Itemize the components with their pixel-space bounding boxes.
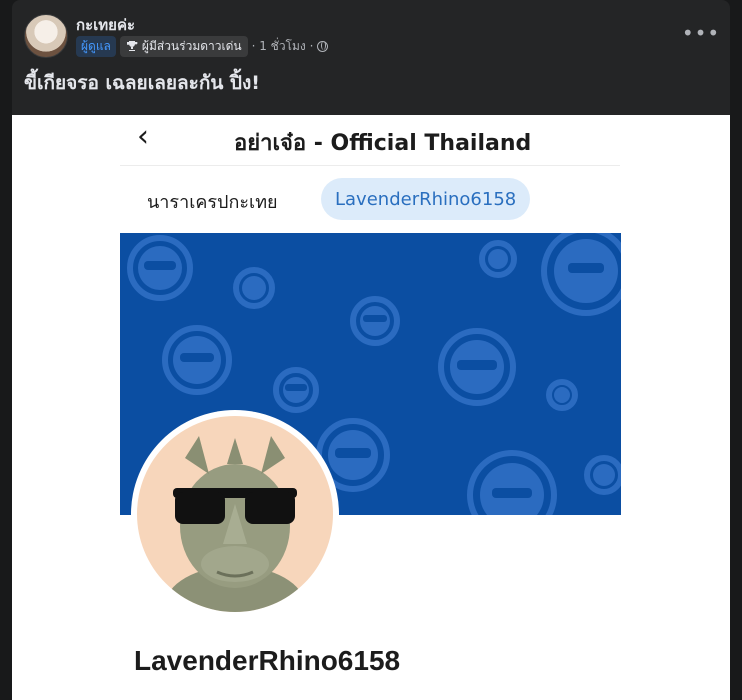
tab-right-active: LavenderRhino6158 [321,178,531,220]
post-time[interactable]: · 1 ชั่วโมง · [252,37,314,56]
attached-screenshot[interactable]: ‹ อย่าเจ๋อ - Official Thailand นาราเครปก… [12,115,730,700]
trophy-icon [126,41,138,51]
globe-icon[interactable] [317,40,329,52]
top-contributor-label: ผู้มีส่วนร่วมดาวเด่น [141,38,242,53]
facebook-post: กะเทยค่ะ ผู้ดูแล ผู้มีส่วนร่วมดาวเด่น · … [12,0,730,700]
author-avatar[interactable] [24,14,68,58]
screenshot-title: อย่าเจ๋อ - Official Thailand [234,131,532,156]
divider [120,165,620,166]
post-text: ขี้เกียจรอ เฉลยเลยละกัน ปิ้ง! [24,72,260,94]
more-icon[interactable]: ••• [682,20,719,46]
post-meta: ผู้ดูแล ผู้มีส่วนร่วมดาวเด่น · 1 ชั่วโมง… [76,35,329,57]
profile-username: LavenderRhino6158 [134,645,401,676]
profile-picture [131,410,339,618]
top-contributor-badge: ผู้มีส่วนร่วมดาวเด่น [119,35,248,57]
rhino-icon [165,436,305,612]
admin-badge: ผู้ดูแล [76,35,116,57]
tab-left: นาราเครปกะเทย [147,192,278,213]
author-name[interactable]: กะเทยค่ะ [76,13,135,37]
rhino-avatar [137,416,333,612]
chevron-left-icon: ‹ [137,119,149,154]
